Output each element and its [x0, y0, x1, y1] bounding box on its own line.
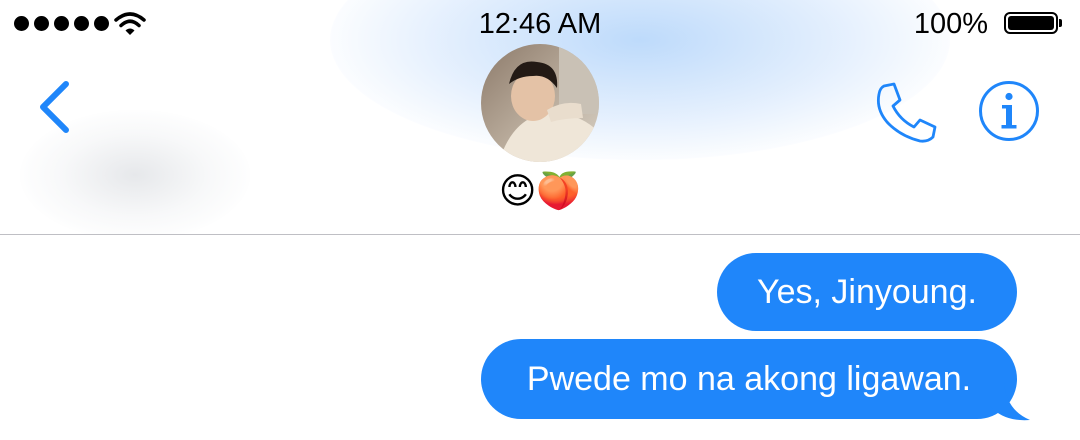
battery-full-icon [1004, 12, 1062, 34]
conversation-header: 12:46 AM 100% 😊🍑 [0, 0, 1080, 234]
sent-message-bubble[interactable]: Pwede mo na akong ligawan. [481, 339, 1017, 419]
sent-message-bubble[interactable]: Yes, Jinyoung. [717, 253, 1017, 331]
battery-percentage: 100% [913, 8, 988, 40]
status-bar: 12:46 AM 100% [0, 0, 1080, 48]
contact-avatar[interactable] [481, 44, 599, 162]
info-icon[interactable] [978, 80, 1040, 142]
bubble-tail [990, 382, 1030, 421]
header-divider [0, 234, 1080, 235]
phone-icon[interactable] [870, 80, 940, 144]
message-text: Pwede mo na akong ligawan. [526, 360, 972, 398]
contact-name[interactable]: 😊🍑 [440, 170, 640, 214]
message-text: Yes, Jinyoung. [757, 273, 977, 311]
chevron-left-icon[interactable] [32, 78, 76, 136]
